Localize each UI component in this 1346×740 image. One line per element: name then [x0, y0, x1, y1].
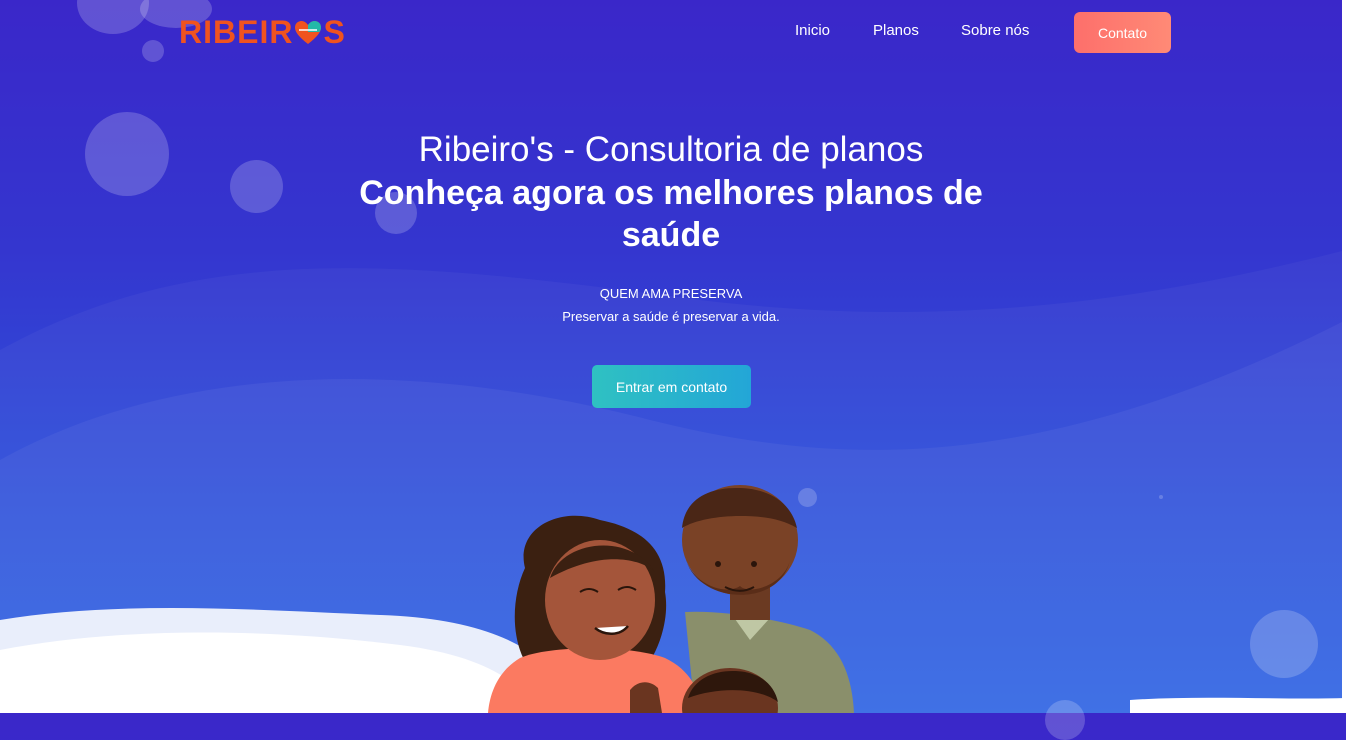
decor-bubble: [85, 112, 169, 196]
contact-button[interactable]: Contato: [1074, 12, 1171, 53]
cta-contact-button[interactable]: Entrar em contato: [592, 365, 751, 408]
brand-logo[interactable]: RIBEIR S: [179, 14, 346, 51]
hero-subtitle: Ribeiro's - Consultoria de planos: [418, 130, 924, 169]
decor-bubble: [1159, 495, 1163, 499]
decor-bubble: [142, 40, 164, 62]
logo-text-left: RIBEIR: [179, 14, 294, 50]
nav-link-inicio[interactable]: Inicio: [795, 22, 830, 39]
decor-bubble: [1045, 700, 1085, 740]
decor-bubble: [1250, 610, 1318, 678]
hero-headline: Conheça agora os melhores planos de saúd…: [350, 172, 992, 256]
tagline-title: QUEM AMA PRESERVA: [599, 286, 743, 301]
hero-headline-text: Conheça agora os melhores planos de saúd…: [359, 174, 983, 254]
heart-icon: [295, 20, 322, 44]
nav-link-planos[interactable]: Planos: [873, 22, 919, 39]
scrollbar[interactable]: [1342, 0, 1346, 713]
logo-text-right: S: [323, 14, 346, 50]
decor-bubble: [230, 160, 283, 213]
tagline-sub: Preservar a saúde é preservar a vida.: [562, 309, 780, 324]
family-illustration: [488, 485, 854, 713]
nav-link-sobre[interactable]: Sobre nós: [961, 22, 1029, 39]
